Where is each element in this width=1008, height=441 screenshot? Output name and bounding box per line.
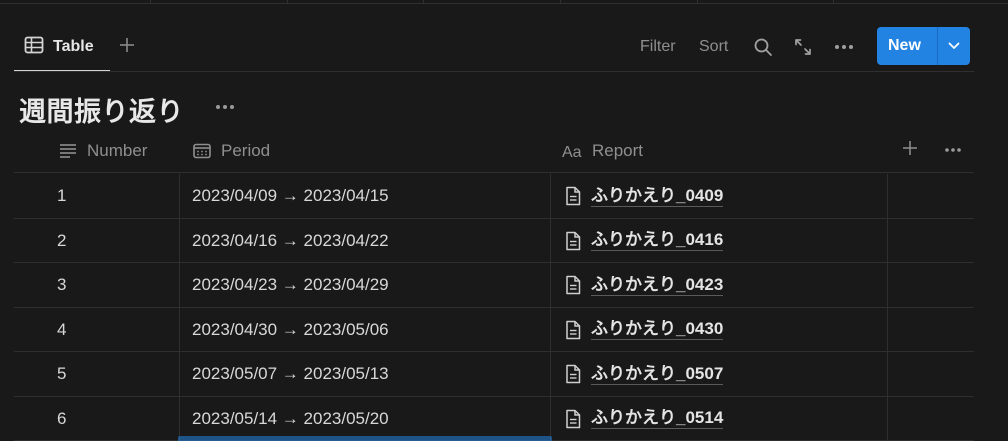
column-header-period[interactable]: Period — [192, 128, 270, 173]
report-cell[interactable]: ふりかえり_0423 — [551, 263, 888, 307]
more-options-icon[interactable] — [833, 36, 855, 58]
column-header-report[interactable]: Aa Report — [562, 128, 643, 173]
database-toolbar: Table Filter Sort New — [0, 24, 1008, 72]
grid-line — [150, 0, 151, 4]
calendar-icon — [192, 141, 212, 161]
add-property-button[interactable] — [899, 139, 921, 161]
number-cell[interactable]: 5 — [14, 352, 180, 396]
period-cell[interactable]: 2023/05/14 → 2023/05/20 — [180, 396, 551, 441]
number-cell[interactable]: 4 — [14, 307, 180, 352]
period-cell[interactable]: 2023/04/23 → 2023/04/29 — [180, 263, 551, 307]
report-link[interactable]: ふりかえり_0423 — [591, 275, 724, 296]
report-cell[interactable]: ふりかえり_0416 — [551, 218, 888, 263]
column-more-icon[interactable] — [942, 139, 964, 161]
cell-selection-highlight — [178, 436, 552, 441]
column-label: Report — [592, 140, 644, 160]
table-icon — [24, 36, 44, 59]
grid-line — [423, 0, 424, 4]
title-more-icon[interactable] — [213, 96, 237, 118]
number-cell[interactable]: 3 — [14, 263, 180, 307]
document-icon — [563, 230, 583, 252]
empty-cell[interactable] — [888, 308, 974, 352]
period-cell[interactable]: 2023/04/09 → 2023/04/15 — [180, 174, 551, 218]
period-cell[interactable]: 2023/05/07 → 2023/05/13 — [180, 352, 551, 396]
period-cell[interactable]: 2023/04/16 → 2023/04/22 — [180, 218, 551, 263]
grid-line — [287, 0, 288, 4]
document-icon — [563, 274, 583, 296]
toolbar-divider — [14, 71, 974, 72]
filter-button[interactable]: Filter — [640, 38, 676, 56]
empty-cell[interactable] — [888, 174, 974, 218]
report-link[interactable]: ふりかえり_0507 — [591, 364, 724, 385]
empty-cell[interactable] — [888, 352, 974, 396]
report-cell[interactable]: ふりかえり_0430 — [551, 307, 888, 352]
table-row[interactable]: 4 2023/04/30 → 2023/05/06 ふりかえり_0430 — [14, 307, 974, 352]
empty-cell[interactable] — [888, 397, 974, 441]
text-lines-icon — [58, 141, 78, 161]
sort-button[interactable]: Sort — [699, 38, 728, 56]
document-icon — [563, 408, 583, 430]
report-link[interactable]: ふりかえり_0416 — [591, 230, 724, 251]
expand-icon[interactable] — [792, 36, 814, 58]
number-cell[interactable]: 2 — [14, 218, 180, 263]
table-row[interactable]: 3 2023/04/23 → 2023/04/29 ふりかえり_0423 — [14, 263, 974, 308]
tab-label: Table — [53, 38, 94, 55]
grid-line — [560, 0, 561, 4]
table-row[interactable]: 1 2023/04/09 → 2023/04/15 ふりかえり_0409 — [14, 174, 974, 219]
table-row[interactable]: 2 2023/04/16 → 2023/04/22 ふりかえり_0416 — [14, 218, 974, 263]
report-cell[interactable]: ふりかえり_0409 — [551, 174, 888, 218]
add-view-button[interactable] — [116, 36, 138, 58]
search-icon[interactable] — [752, 36, 774, 58]
svg-text:Aa: Aa — [562, 144, 582, 159]
tab-table-view[interactable]: Table — [14, 24, 110, 72]
previous-table-edge — [0, 0, 1008, 4]
new-button[interactable]: New — [877, 27, 970, 65]
document-icon — [563, 185, 583, 207]
report-link[interactable]: ふりかえり_0514 — [591, 408, 724, 429]
number-cell[interactable]: 1 — [14, 174, 180, 218]
column-header-number[interactable]: Number — [58, 128, 147, 173]
document-icon — [563, 319, 583, 341]
title-property-icon: Aa — [562, 141, 586, 161]
chevron-down-icon[interactable] — [938, 27, 970, 65]
column-label: Period — [221, 140, 271, 160]
empty-cell[interactable] — [888, 219, 974, 263]
database-title[interactable]: 週間振り返り — [19, 90, 184, 129]
grid-line — [833, 0, 834, 4]
table-body: 1 2023/04/09 → 2023/04/15 ふりかえり_0409 2 2… — [14, 174, 974, 441]
report-cell[interactable]: ふりかえり_0514 — [551, 396, 888, 441]
column-label: Number — [87, 140, 148, 160]
report-link[interactable]: ふりかえり_0430 — [591, 319, 724, 340]
table-row[interactable]: 5 2023/05/07 → 2023/05/13 ふりかえり_0507 — [14, 352, 974, 397]
table-row[interactable]: 6 2023/05/14 → 2023/05/20 ふりかえり_0514 — [14, 396, 974, 441]
report-cell[interactable]: ふりかえり_0507 — [551, 352, 888, 396]
empty-cell[interactable] — [888, 263, 974, 307]
period-cell[interactable]: 2023/04/30 → 2023/05/06 — [180, 307, 551, 352]
number-cell[interactable]: 6 — [14, 396, 180, 441]
document-icon — [563, 363, 583, 385]
report-link[interactable]: ふりかえり_0409 — [591, 186, 724, 207]
table-header: Number Period Aa Report — [14, 128, 974, 173]
grid-line — [697, 0, 698, 4]
new-button-label: New — [888, 37, 921, 54]
